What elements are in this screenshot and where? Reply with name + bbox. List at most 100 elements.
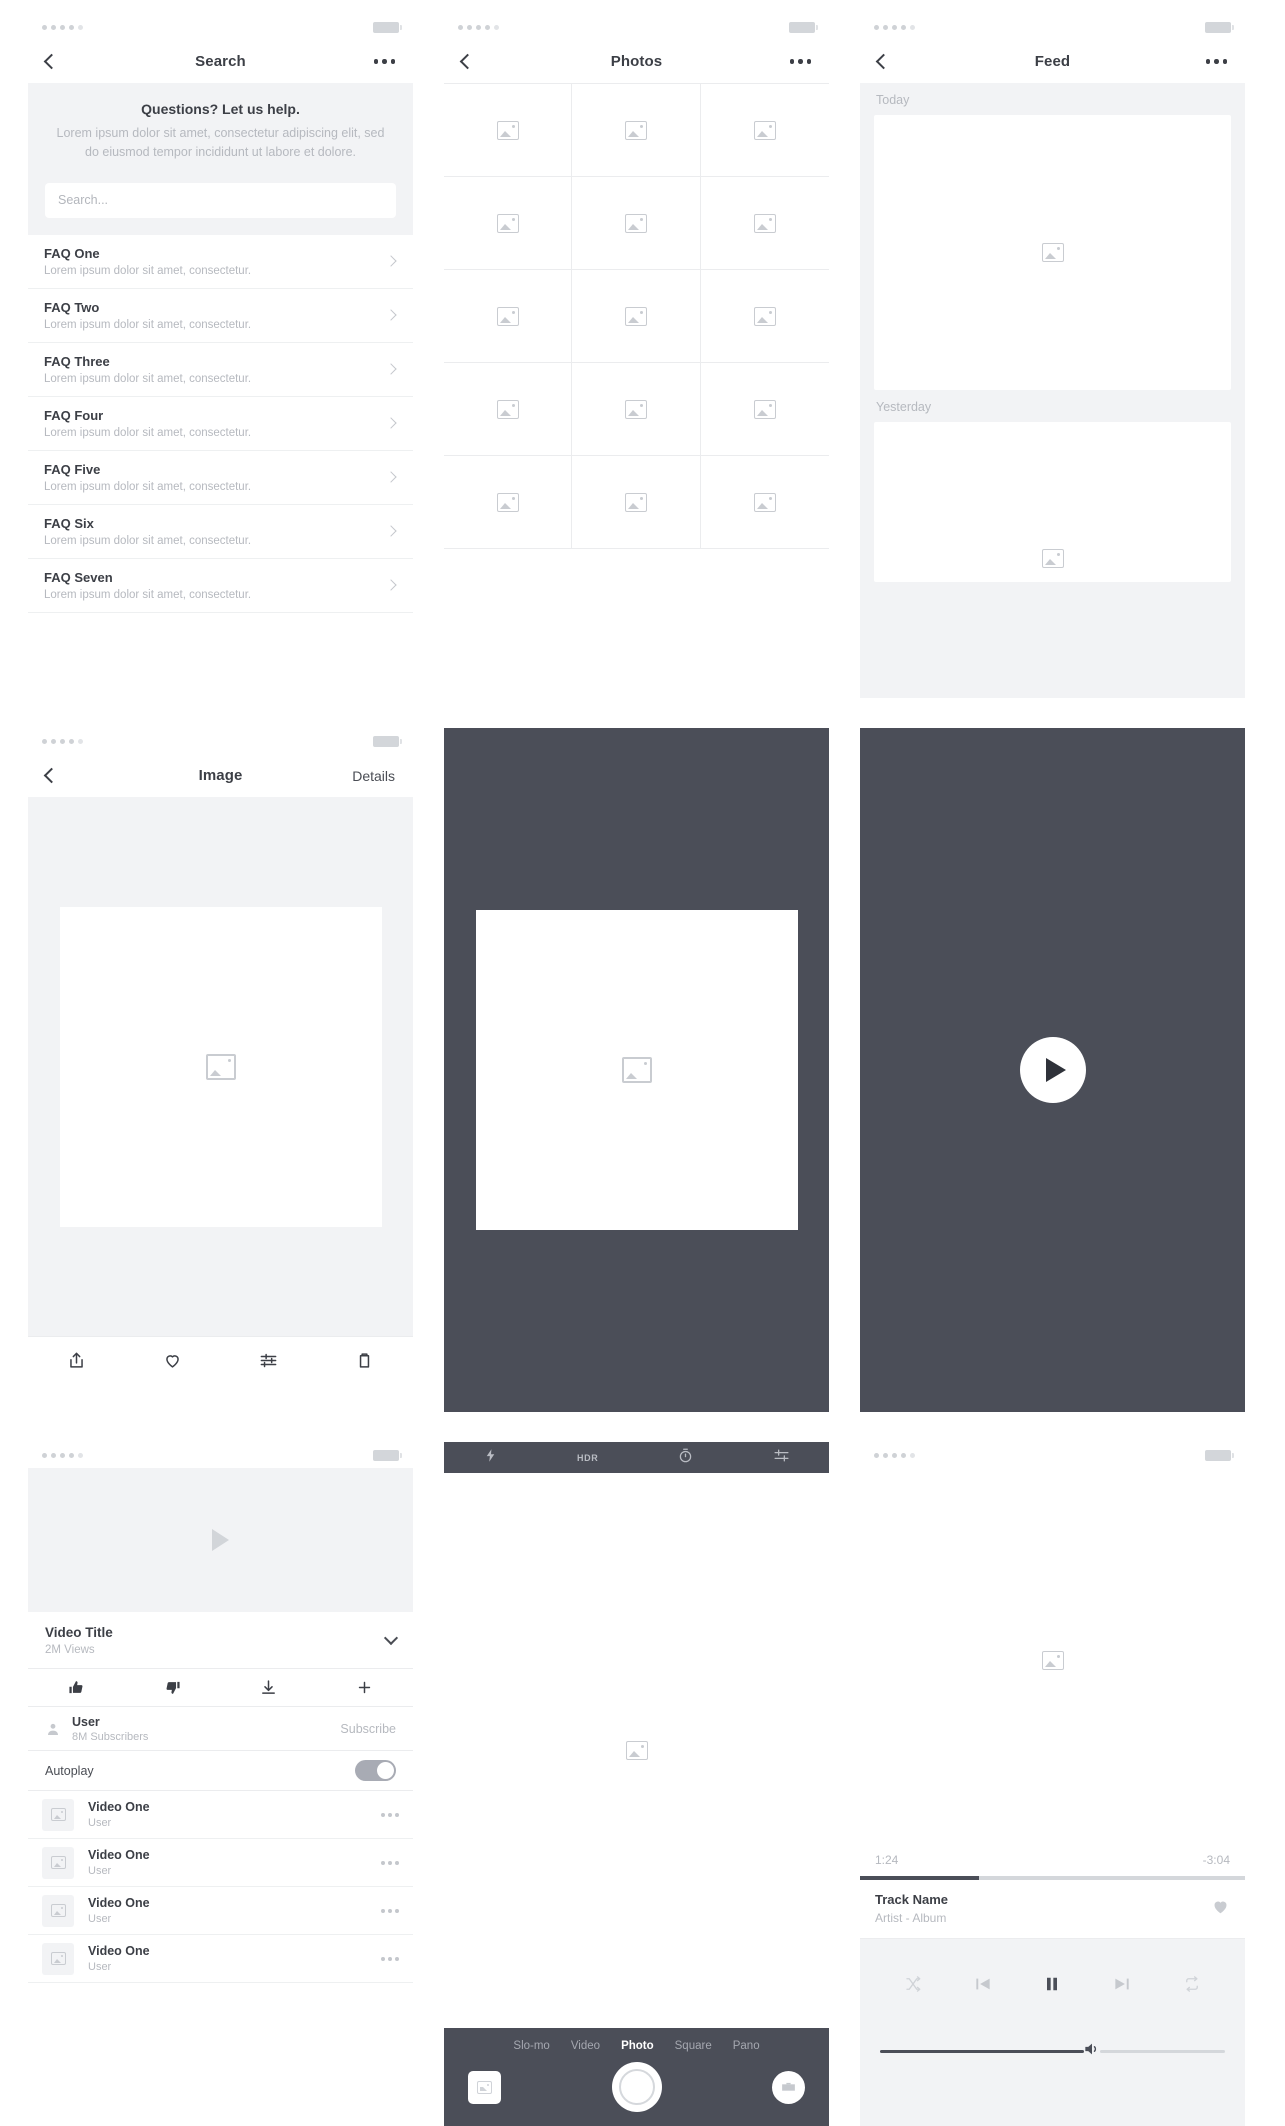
signal-dots-icon [42,1452,83,1458]
timer-icon[interactable] [677,1447,694,1469]
faq-row[interactable]: FAQ Three Lorem ipsum dolor sit amet, co… [28,343,413,397]
person-icon [45,1721,61,1737]
video-list-user: User [88,1817,112,1829]
previous-icon[interactable] [972,1973,994,1995]
video-list-item[interactable]: Video One User [28,1887,413,1935]
settings-sliders-icon[interactable] [773,1447,790,1469]
image-canvas[interactable] [59,906,382,1227]
scrubber[interactable] [860,1876,1245,1880]
heart-icon[interactable] [161,1349,183,1371]
photo-cell[interactable] [572,84,701,177]
faq-row[interactable]: FAQ One Lorem ipsum dolor sit amet, cons… [28,235,413,289]
image-navbar: Image Details [28,754,413,797]
photo-cell[interactable] [700,363,829,456]
image-placeholder-icon [496,213,519,233]
faq-row[interactable]: FAQ Six Lorem ipsum dolor sit amet, cons… [28,505,413,559]
faq-answer: Lorem ipsum dolor sit amet, consectetur. [44,264,252,277]
video-list-item[interactable]: Video One User [28,1791,413,1839]
hdr-label[interactable]: HDR [577,1453,598,1463]
thumbs-up-icon[interactable] [65,1677,87,1699]
camera-flip-icon[interactable] [772,2070,805,2104]
search-input[interactable]: Search... [45,182,396,218]
screen-video-player [860,728,1245,1412]
chevron-left-icon[interactable] [459,53,476,70]
photos-navbar: Photos [444,40,829,83]
next-icon[interactable] [1111,1973,1133,1995]
chevron-left-icon[interactable] [43,53,60,70]
photo-cell[interactable] [700,84,829,177]
photo-cell[interactable] [444,456,573,549]
channel-row[interactable]: User 8M Subscribers Subscribe [28,1707,413,1751]
more-horizontal-icon[interactable] [381,1908,399,1913]
subscribe-button[interactable]: Subscribe [340,1722,396,1736]
autoplay-toggle[interactable] [355,1760,396,1781]
faq-row[interactable]: FAQ Two Lorem ipsum dolor sit amet, cons… [28,289,413,343]
video-list-item[interactable]: Video One User [28,1839,413,1887]
volume-filled-track [880,2049,1084,2054]
trash-icon[interactable] [354,1349,376,1371]
image-placeholder-icon [624,399,647,419]
heart-filled-icon[interactable] [1211,1897,1230,1920]
photo-cell[interactable] [572,270,701,363]
repeat-icon[interactable] [1181,1973,1203,1995]
photo-cell[interactable] [700,177,829,270]
photo-cell[interactable] [444,270,573,363]
photo-cell[interactable] [572,456,701,549]
camera-mode-slo-mo[interactable]: Slo-mo [513,2040,549,2052]
photo-cell[interactable] [572,363,701,456]
video-preview[interactable] [28,1468,413,1612]
image-placeholder-icon [624,306,647,326]
thumbs-down-icon[interactable] [161,1677,183,1699]
photo-cell[interactable] [700,456,829,549]
volume-slider[interactable] [860,2039,1245,2064]
faq-row[interactable]: FAQ Seven Lorem ipsum dolor sit amet, co… [28,559,413,613]
photo-cell[interactable] [444,84,573,177]
faq-row[interactable]: FAQ Five Lorem ipsum dolor sit amet, con… [28,451,413,505]
faq-question: FAQ Seven [44,569,113,585]
adjust-icon[interactable] [258,1349,280,1371]
feed-card[interactable] [874,422,1231,582]
more-horizontal-icon[interactable] [381,1956,399,1961]
status-bar [444,14,829,40]
more-horizontal-icon[interactable] [381,1860,399,1865]
faq-row[interactable]: FAQ Four Lorem ipsum dolor sit amet, con… [28,397,413,451]
gallery-button[interactable] [468,2070,501,2104]
lightbox-image[interactable] [475,910,798,1230]
video-list-user: User [88,1913,112,1925]
camera-mode-video[interactable]: Video [571,2040,600,2052]
photo-cell[interactable] [572,177,701,270]
more-horizontal-icon[interactable] [1205,59,1227,64]
chevron-down-icon[interactable] [383,1630,399,1646]
faq-answer: Lorem ipsum dolor sit amet, consectetur. [44,318,252,331]
play-icon[interactable] [1019,1037,1086,1103]
photo-cell[interactable] [444,363,573,456]
chevron-right-icon [385,579,397,591]
details-button[interactable]: Details [352,768,395,784]
battery-icon [373,1449,402,1461]
faq-question: FAQ One [44,245,100,261]
image-placeholder-icon [753,492,776,512]
more-horizontal-icon[interactable] [373,59,395,64]
download-icon[interactable] [258,1677,280,1699]
camera-viewfinder[interactable] [444,1473,829,2028]
pause-icon[interactable] [1041,1973,1063,1995]
chevron-left-icon[interactable] [875,53,892,70]
camera-mode-pano[interactable]: Pano [733,2040,760,2052]
plus-icon[interactable] [354,1677,376,1699]
more-horizontal-icon[interactable] [789,59,811,64]
camera-mode-square[interactable]: Square [675,2040,712,2052]
status-bar [28,1442,413,1468]
more-horizontal-icon[interactable] [381,1812,399,1817]
photo-cell[interactable] [444,177,573,270]
chevron-left-icon[interactable] [43,767,60,784]
share-icon[interactable] [65,1349,87,1371]
photo-cell[interactable] [700,270,829,363]
flash-icon[interactable] [483,1448,498,1468]
image-placeholder-icon [753,399,776,419]
shuffle-icon[interactable] [902,1973,924,1995]
shutter-button[interactable] [611,2062,662,2112]
camera-mode-photo[interactable]: Photo [621,2040,654,2052]
video-title-row[interactable]: Video Title 2M Views [28,1612,413,1669]
feed-card[interactable] [874,115,1231,390]
video-list-item[interactable]: Video One User [28,1935,413,1983]
